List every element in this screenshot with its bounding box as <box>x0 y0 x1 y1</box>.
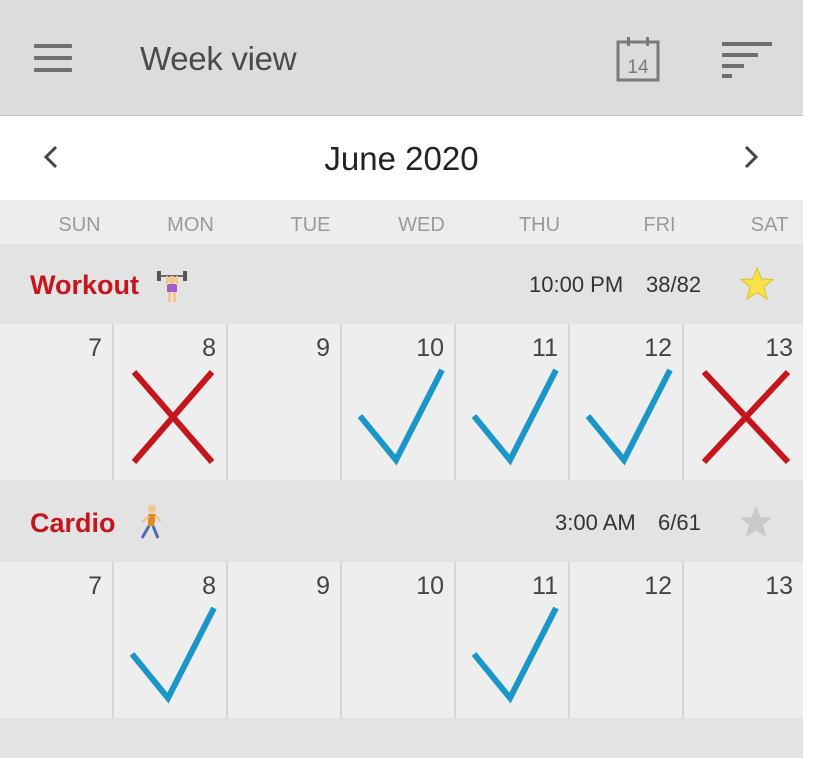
checkmark-icon <box>129 606 217 704</box>
habit-days-workout: 7 8 9 10 11 12 13 <box>0 324 803 480</box>
day-cell[interactable]: 12 <box>570 562 684 718</box>
day-cell[interactable]: 7 <box>0 324 114 480</box>
cross-mark-icon <box>131 370 215 464</box>
day-cell[interactable]: 12 <box>570 324 684 480</box>
reminder-time: 10:00 PM <box>529 272 624 297</box>
app-bar: Week view 14 <box>0 0 803 116</box>
completion-count: 38/82 <box>646 272 702 297</box>
day-number: 7 <box>88 572 102 600</box>
day-cell[interactable]: 8 <box>114 562 228 718</box>
habit-name: Workout <box>30 270 139 300</box>
weekday-label: WED <box>398 214 445 236</box>
day-cell[interactable]: 8 <box>114 324 228 480</box>
sort-icon[interactable] <box>722 42 774 78</box>
app-screen: Week view 14 June 2020 SUN MON TUE WED T… <box>0 0 803 758</box>
weightlifting-woman-icon <box>157 266 187 304</box>
calendar-icon-number: 14 <box>627 57 649 78</box>
day-number: 10 <box>416 334 444 362</box>
day-cell[interactable]: 13 <box>684 562 803 718</box>
running-man-icon <box>136 504 166 542</box>
next-week-button[interactable] <box>726 132 774 182</box>
cross-mark-icon <box>701 369 791 465</box>
day-cell[interactable]: 10 <box>342 562 456 718</box>
day-number: 9 <box>316 334 330 362</box>
page-title: Week view <box>140 40 297 77</box>
habit-header-cardio[interactable]: Cardio 3:00 AM 6/61 <box>0 482 803 562</box>
day-number: 13 <box>765 572 793 600</box>
weekday-header: SUN MON TUE WED THU FRI SAT <box>0 200 803 244</box>
habit-days-cardio: 7 8 9 10 11 12 13 <box>0 562 803 718</box>
day-cell[interactable]: 9 <box>228 562 342 718</box>
day-number: 12 <box>644 572 672 600</box>
day-number: 13 <box>765 334 793 362</box>
day-number: 10 <box>416 572 444 600</box>
weekday-label: SUN <box>58 214 101 236</box>
calendar-today-icon[interactable]: 14 <box>612 34 666 86</box>
menu-icon[interactable] <box>34 44 72 72</box>
month-navigation: June 2020 <box>0 116 803 200</box>
day-cell[interactable]: 11 <box>456 562 570 718</box>
weekday-label: FRI <box>643 214 676 236</box>
list-footer-area <box>0 718 803 758</box>
month-label: June 2020 <box>324 140 479 177</box>
completion-count: 6/61 <box>658 510 701 535</box>
day-number: 7 <box>88 334 102 362</box>
checkmark-icon <box>585 368 673 466</box>
day-number: 11 <box>532 572 558 600</box>
weekday-label: TUE <box>290 214 331 236</box>
habit-name: Cardio <box>30 508 116 538</box>
weekday-label: THU <box>518 214 561 236</box>
day-cell[interactable]: 11 <box>456 324 570 480</box>
chevron-right-icon <box>744 145 759 169</box>
day-number: 8 <box>202 572 216 600</box>
day-number: 12 <box>644 334 672 362</box>
day-number: 11 <box>532 334 558 362</box>
day-cell[interactable]: 7 <box>0 562 114 718</box>
day-cell[interactable]: 10 <box>342 324 456 480</box>
weekday-label: SAT <box>750 214 789 236</box>
day-number: 8 <box>202 334 216 362</box>
habit-header-workout[interactable]: Workout 10:00 PM 38/82 <box>0 244 803 324</box>
star-icon[interactable] <box>738 504 774 540</box>
day-number: 9 <box>316 572 330 600</box>
checkmark-icon <box>471 368 559 466</box>
star-icon[interactable] <box>739 266 775 302</box>
reminder-time: 3:00 AM <box>555 510 636 535</box>
checkmark-icon <box>471 606 559 704</box>
day-cell[interactable]: 13 <box>684 324 803 480</box>
weekday-label: MON <box>167 214 214 236</box>
checkmark-icon <box>357 368 445 466</box>
day-cell[interactable]: 9 <box>228 324 342 480</box>
